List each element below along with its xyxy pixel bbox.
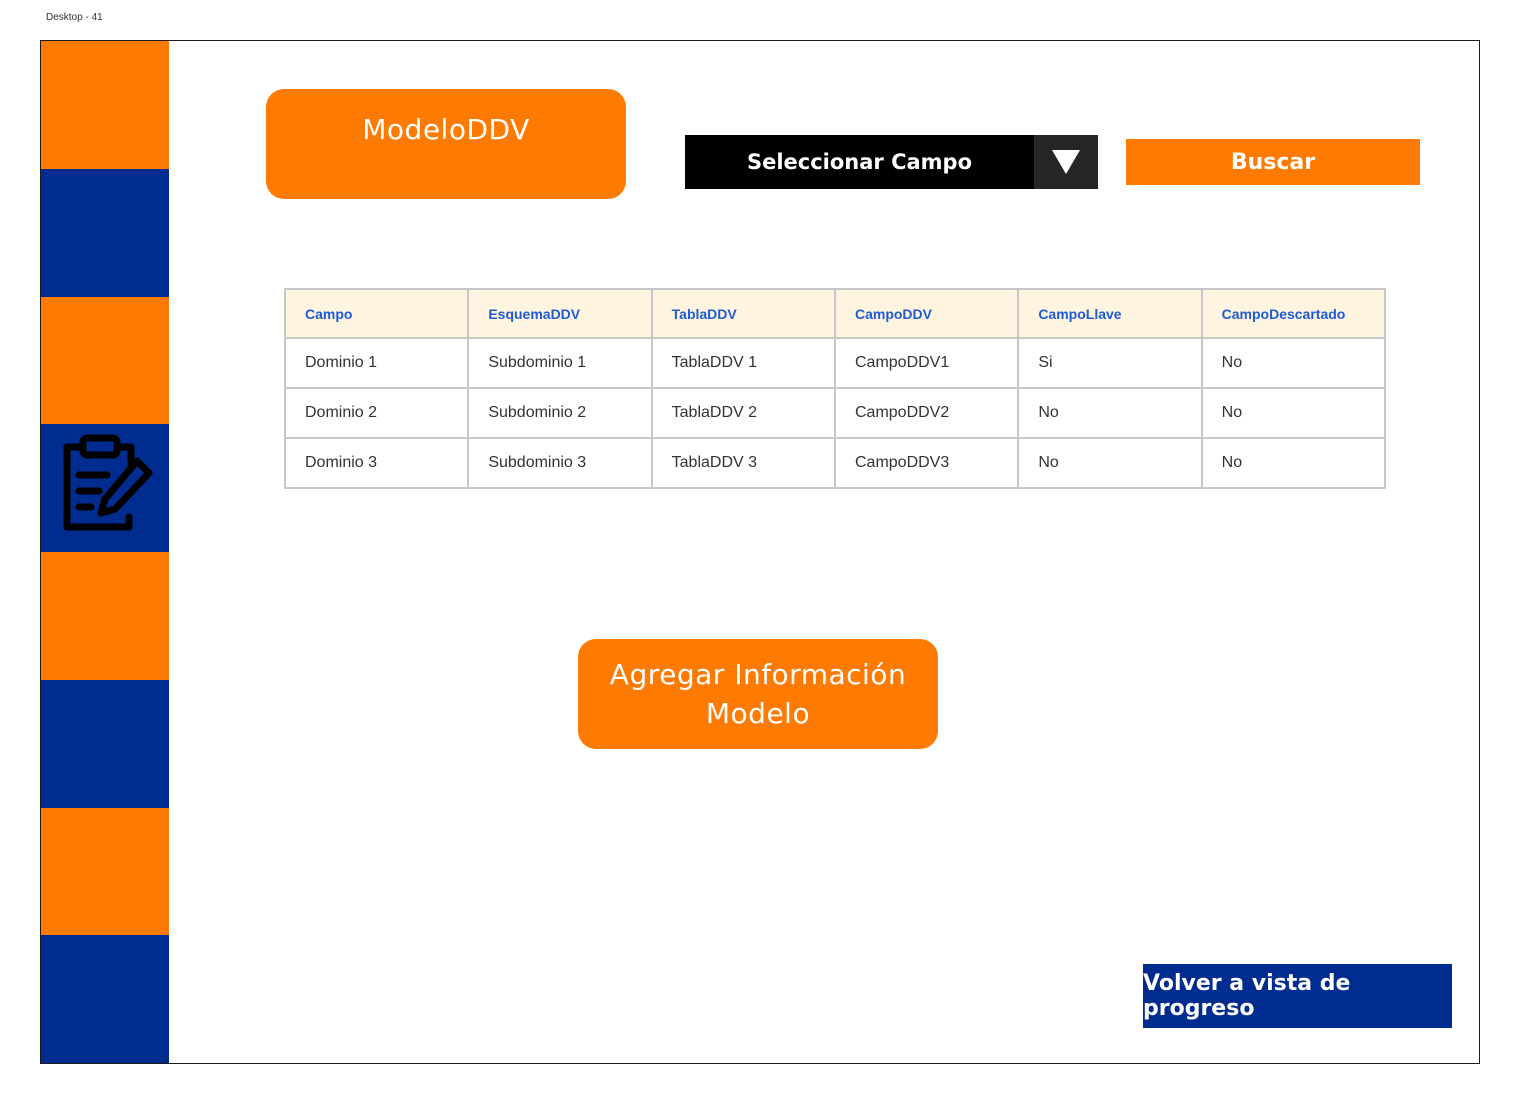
table-cell: No [1200, 387, 1387, 439]
back-to-progress-button[interactable]: Volver a vista de progreso [1143, 964, 1452, 1028]
table-cell: CampoDDV3 [833, 437, 1020, 489]
column-header: CampoDDV [833, 288, 1020, 339]
table-cell: Subdominio 1 [467, 337, 653, 389]
table-cell: Subdominio 3 [467, 437, 653, 489]
triangle-down-icon[interactable] [1034, 135, 1098, 189]
table-cell: TablaDDV 2 [650, 387, 836, 439]
sidebar-block[interactable] [41, 807, 169, 936]
sidebar [41, 41, 169, 1063]
back-to-progress-label: Volver a vista de progreso [1143, 971, 1351, 1021]
page-title-text: ModeloDDV [362, 113, 530, 146]
field-select-label: Seleccionar Campo [746, 150, 973, 174]
table-cell: Dominio 1 [283, 337, 470, 389]
table-cell: Si [1017, 337, 1203, 389]
add-model-info-button[interactable]: Agregar Información Modelo [578, 639, 938, 749]
table-cell: Dominio 3 [283, 437, 470, 489]
table-cell: No [1017, 437, 1203, 489]
table-row[interactable]: Dominio 3 Subdominio 3 TablaDDV 3 CampoD… [283, 437, 1387, 489]
sidebar-block[interactable] [41, 168, 169, 297]
column-header: EsquemaDDV [467, 288, 653, 339]
column-header: CampoDescartado [1200, 288, 1387, 339]
column-header: Campo [283, 288, 470, 339]
table-cell: No [1200, 337, 1387, 389]
column-header: CampoLlave [1017, 288, 1203, 339]
table-cell: TablaDDV 3 [650, 437, 836, 489]
desktop-frame: ModeloDDV Seleccionar Campo Buscar Campo… [40, 40, 1480, 1064]
add-model-info-line1: Agregar Información [609, 658, 907, 691]
search-button-label: Buscar [1230, 149, 1316, 175]
table-cell: No [1200, 437, 1387, 489]
frame-label: Desktop - 41 [46, 12, 103, 23]
table-cell: TablaDDV 1 [650, 337, 836, 389]
table-cell: No [1017, 387, 1203, 439]
search-button[interactable]: Buscar [1126, 139, 1420, 185]
data-table: Campo EsquemaDDV TablaDDV CampoDDV Campo… [283, 288, 1387, 489]
sidebar-block[interactable] [41, 935, 169, 1063]
sidebar-block[interactable] [41, 552, 169, 680]
sidebar-block[interactable] [41, 679, 169, 808]
table-cell: CampoDDV2 [833, 387, 1020, 439]
page-title: ModeloDDV [266, 89, 626, 199]
sidebar-block[interactable] [41, 296, 169, 425]
table-cell: Subdominio 2 [467, 387, 653, 439]
sidebar-block[interactable] [41, 41, 169, 169]
table-row[interactable]: Dominio 2 Subdominio 2 TablaDDV 2 CampoD… [283, 387, 1387, 439]
table-header-row: Campo EsquemaDDV TablaDDV CampoDDV Campo… [283, 288, 1387, 339]
table-cell: Dominio 2 [283, 387, 470, 439]
clipboard-edit-icon[interactable] [55, 433, 155, 533]
table-row[interactable]: Dominio 1 Subdominio 1 TablaDDV 1 CampoD… [283, 337, 1387, 389]
field-select[interactable]: Seleccionar Campo [685, 135, 1098, 189]
table-cell: CampoDDV1 [833, 337, 1020, 389]
column-header: TablaDDV [650, 288, 836, 339]
add-model-info-line2: Modelo [705, 697, 811, 730]
